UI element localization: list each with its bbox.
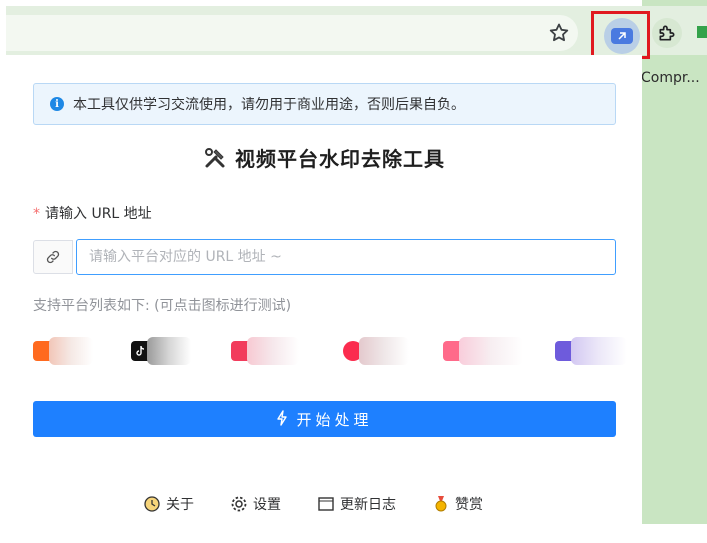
platform-list bbox=[33, 334, 633, 368]
footer-changelog-label: 更新日志 bbox=[340, 497, 396, 513]
partial-tab-title[interactable]: Compr... bbox=[641, 70, 700, 86]
platform-blurred-label bbox=[571, 337, 627, 365]
footer-about[interactable]: 关于 bbox=[143, 494, 194, 514]
platform-item-4[interactable] bbox=[343, 334, 409, 368]
highlight-box bbox=[591, 11, 650, 59]
page-title: 视频平台水印去除工具 bbox=[235, 147, 445, 171]
url-input[interactable] bbox=[76, 239, 616, 275]
start-button-label: 开始处理 bbox=[296, 411, 373, 429]
gear-icon bbox=[230, 495, 248, 513]
page-title-row: 视频平台水印去除工具 bbox=[0, 143, 648, 172]
footer-donate-label: 赞赏 bbox=[455, 497, 483, 513]
platform-blurred-label bbox=[147, 337, 191, 365]
extension-popup bbox=[6, 55, 642, 524]
footer-donate[interactable]: 赞赏 bbox=[432, 494, 483, 514]
url-label-text: 请输入 URL 地址 bbox=[45, 206, 152, 222]
notice-text: 本工具仅供学习交流使用，请勿用于商业用途，否则后果自负。 bbox=[73, 97, 465, 113]
bookmark-star-icon[interactable] bbox=[547, 21, 571, 45]
clock-icon bbox=[143, 495, 161, 513]
platform-item-6[interactable] bbox=[555, 334, 627, 368]
supported-platforms-text: 支持平台列表如下: (可点击图标进行测试) bbox=[33, 298, 292, 314]
disclaimer-notice: i 本工具仅供学习交流使用，请勿用于商业用途，否则后果自负。 bbox=[33, 83, 616, 125]
platform-item-3[interactable] bbox=[231, 334, 299, 368]
platform-item-5[interactable] bbox=[443, 334, 523, 368]
platform-blurred-label bbox=[359, 337, 409, 365]
platform-item-1[interactable] bbox=[33, 334, 93, 368]
required-mark: * bbox=[33, 206, 40, 222]
link-icon bbox=[33, 240, 73, 274]
extensions-puzzle-icon[interactable] bbox=[652, 18, 682, 48]
start-processing-button[interactable]: 开始处理 bbox=[33, 401, 616, 437]
profile-indicator bbox=[697, 26, 707, 38]
platform-item-2[interactable] bbox=[131, 334, 191, 368]
info-icon: i bbox=[50, 97, 64, 111]
screenshot: Compr... i 本工具仅供学习交流使用，请勿用于商业用途，否则后果自负。 … bbox=[0, 0, 707, 543]
footer-links: 关于 设置 更新日志 赞赏 bbox=[143, 494, 483, 514]
url-field-label: * 请输入 URL 地址 bbox=[33, 203, 152, 223]
lightning-icon bbox=[276, 409, 288, 429]
footer-settings[interactable]: 设置 bbox=[230, 494, 281, 514]
medal-icon bbox=[432, 495, 450, 513]
footer-changelog[interactable]: 更新日志 bbox=[317, 494, 396, 514]
platform-blurred-label bbox=[49, 337, 93, 365]
platform-blurred-label bbox=[459, 337, 523, 365]
address-bar[interactable] bbox=[6, 15, 578, 51]
platform-blurred-label bbox=[247, 337, 299, 365]
tools-icon bbox=[205, 147, 225, 167]
book-icon bbox=[317, 495, 335, 513]
footer-about-label: 关于 bbox=[166, 497, 194, 513]
footer-settings-label: 设置 bbox=[253, 497, 281, 513]
